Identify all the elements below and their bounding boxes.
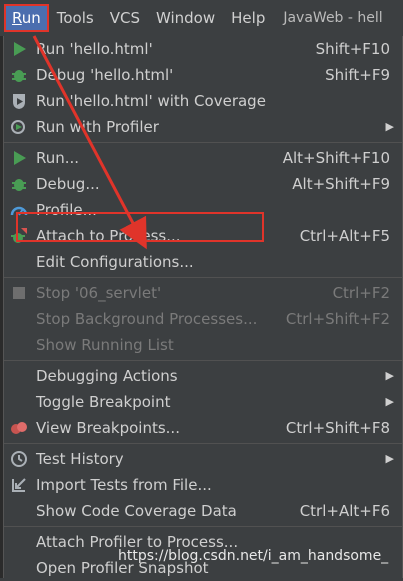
annotation-arrow <box>32 35 147 250</box>
watermark-text: https://blog.csdn.net/i_am_handsome_ <box>118 548 389 564</box>
